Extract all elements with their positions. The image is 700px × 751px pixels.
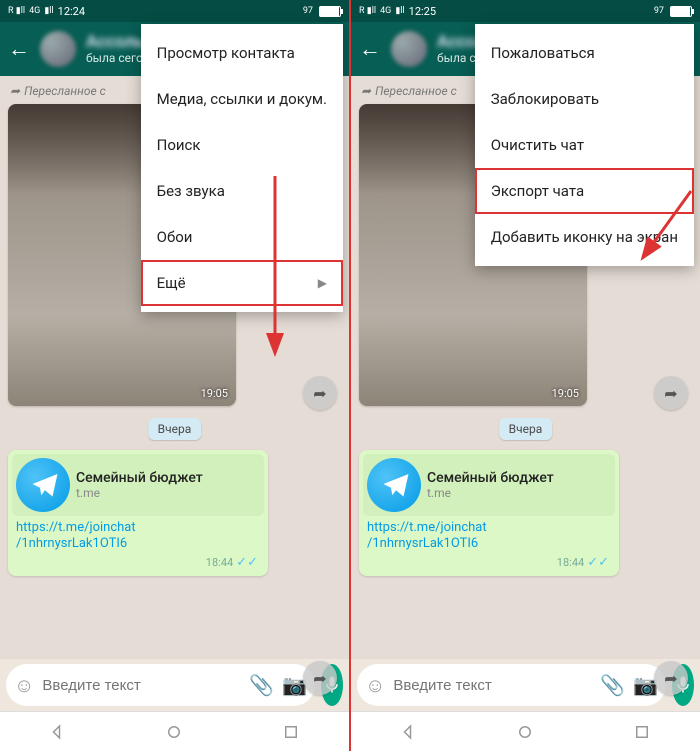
emoji-icon[interactable]: ☺ xyxy=(14,673,34,698)
forwarded-label: ➦ Пересланное с xyxy=(10,84,106,98)
message-input[interactable] xyxy=(42,677,241,694)
menu-item[interactable]: Без звука xyxy=(141,168,343,214)
date-chip: Вчера xyxy=(148,418,202,440)
status-bar: R ▮ll 4G ▮ll 12:24 97 xyxy=(0,0,349,22)
annotation-arrow xyxy=(245,176,305,370)
phone-right: R ▮ll 4G ▮ll 12:25 97 ← Ассоль была сего… xyxy=(351,0,700,751)
share-icon[interactable]: ➦ xyxy=(303,661,337,695)
menu-item[interactable]: Пожаловаться xyxy=(475,30,694,76)
battery-icon xyxy=(670,6,692,17)
menu-item-label: Поиск xyxy=(157,136,201,154)
menu-item-label: Пожаловаться xyxy=(491,44,595,62)
menu-item[interactable]: Просмотр контакта xyxy=(141,30,343,76)
share-icon[interactable]: ➦ xyxy=(303,376,337,410)
link-message[interactable]: Семейный бюджет t.me https://t.me/joinch… xyxy=(359,450,619,576)
date-chip: Вчера xyxy=(499,418,553,440)
input-row: ☺ 📎 📷 xyxy=(351,659,700,711)
message-input-box[interactable]: ☺ 📎 📷 xyxy=(357,664,666,706)
link-domain: t.me xyxy=(76,486,203,500)
link-time: 18:44✓✓ xyxy=(12,555,264,572)
overflow-menu: Просмотр контакта Медиа, ссылки и докум. П… xyxy=(141,24,343,312)
input-row: ☺ 📎 📷 xyxy=(0,659,349,711)
message-input-box[interactable]: ☺ 📎 📷 xyxy=(6,664,315,706)
nav-back-icon[interactable] xyxy=(49,723,67,741)
attach-icon[interactable]: 📎 xyxy=(249,673,274,697)
telegram-icon xyxy=(367,458,421,512)
status-bar: R ▮ll 4G ▮ll 12:25 97 xyxy=(351,0,700,22)
nav-recent-icon[interactable] xyxy=(282,723,300,741)
signal-icon: R ▮ll xyxy=(8,6,25,16)
menu-item-label: Очистить чат xyxy=(491,136,584,154)
image-time: 19:05 xyxy=(201,387,228,400)
avatar[interactable] xyxy=(391,31,427,67)
menu-item[interactable]: Медиа, ссылки и докум. xyxy=(141,76,343,122)
nav-home-icon[interactable] xyxy=(516,723,534,741)
menu-item-label: Экспорт чата xyxy=(491,182,584,200)
chevron-right-icon: ▶ xyxy=(318,276,327,290)
attach-icon[interactable]: 📎 xyxy=(600,673,625,697)
nav-back-icon[interactable] xyxy=(400,723,418,741)
back-icon[interactable]: ← xyxy=(359,36,381,62)
nav-recent-icon[interactable] xyxy=(633,723,651,741)
link-title: Семейный бюджет xyxy=(427,470,554,486)
phone-left: R ▮ll 4G ▮ll 12:24 97 ← Ассоль была сего… xyxy=(0,0,349,751)
menu-item-label: Просмотр контакта xyxy=(157,44,295,62)
link-url[interactable]: https://t.me/joinchat/1nhrnysrLak1OTI6 xyxy=(12,516,264,555)
telegram-icon xyxy=(16,458,70,512)
link-domain: t.me xyxy=(427,486,554,500)
nav-home-icon[interactable] xyxy=(165,723,183,741)
menu-item-label: Без звука xyxy=(157,182,225,200)
link-title: Семейный бюджет xyxy=(76,470,203,486)
link-message[interactable]: Семейный бюджет t.me https://t.me/joinch… xyxy=(8,450,268,576)
menu-item-label: Ещё xyxy=(157,274,186,292)
menu-item-label: Обои xyxy=(157,228,193,246)
status-time: 12:24 xyxy=(58,5,85,18)
battery-pct: 97 xyxy=(303,6,313,16)
android-navbar xyxy=(351,711,700,751)
annotation-arrow xyxy=(636,191,700,275)
share-icon[interactable]: ➦ xyxy=(654,376,688,410)
back-icon[interactable]: ← xyxy=(8,36,30,62)
status-time: 12:25 xyxy=(409,5,436,18)
menu-item[interactable]: Обои xyxy=(141,214,343,260)
link-url[interactable]: https://t.me/joinchat/1nhrnysrLak1OTI6 xyxy=(363,516,615,555)
android-navbar xyxy=(0,711,349,751)
forward-icon: ➦ xyxy=(361,84,371,98)
menu-item[interactable]: Заблокировать xyxy=(475,76,694,122)
read-ticks-icon: ✓✓ xyxy=(587,555,609,570)
avatar[interactable] xyxy=(40,31,76,67)
menu-item-label: Медиа, ссылки и докум. xyxy=(157,90,327,108)
menu-item[interactable]: Ещё ▶ xyxy=(141,260,343,306)
emoji-icon[interactable]: ☺ xyxy=(365,673,385,698)
forward-icon: ➦ xyxy=(10,84,20,98)
battery-icon xyxy=(319,6,341,17)
forwarded-label: ➦ Пересланное с xyxy=(361,84,457,98)
read-ticks-icon: ✓✓ xyxy=(236,555,258,570)
battery-pct: 97 xyxy=(654,6,664,16)
image-time: 19:05 xyxy=(552,387,579,400)
signal-icon: R ▮ll xyxy=(359,6,376,16)
menu-item[interactable]: Очистить чат xyxy=(475,122,694,168)
menu-item-label: Заблокировать xyxy=(491,90,599,108)
share-icon[interactable]: ➦ xyxy=(654,661,688,695)
menu-item[interactable]: Поиск xyxy=(141,122,343,168)
message-input[interactable] xyxy=(393,677,592,694)
link-time: 18:44✓✓ xyxy=(363,555,615,572)
